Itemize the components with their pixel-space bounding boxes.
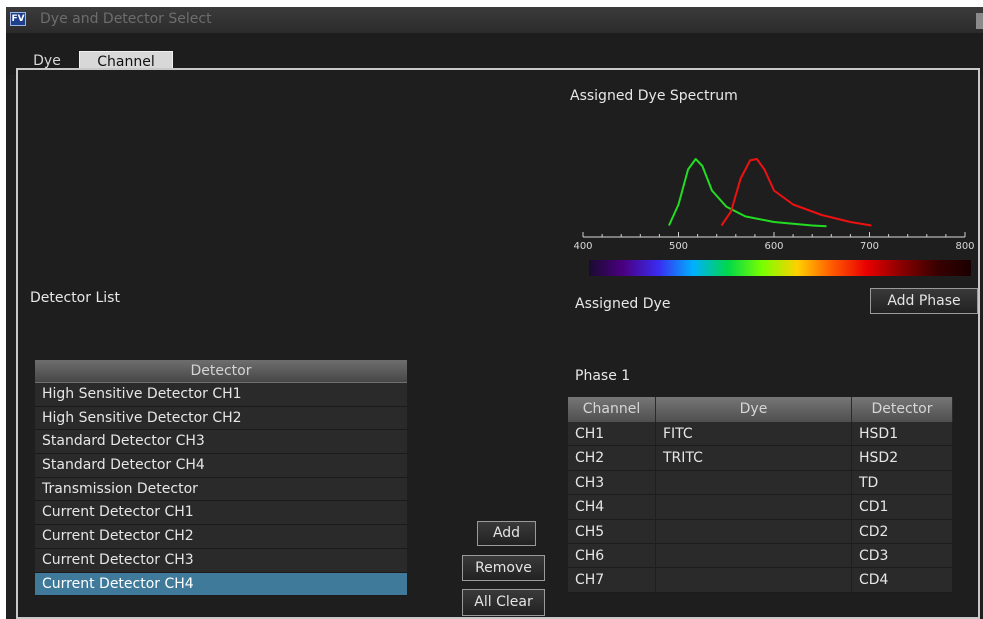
channel-table-row[interactable]: CH3 TD: [568, 470, 953, 496]
column-header-dye[interactable]: Dye: [656, 397, 852, 422]
dye-detector-window: FV Dye and Detector Select Dye Channel A…: [6, 7, 983, 619]
detector-list-item[interactable]: Standard Detector CH4: [35, 454, 407, 478]
dye-cell: [656, 470, 852, 495]
detector-column-header: Detector: [35, 360, 407, 383]
detector-cell: CD3: [852, 543, 953, 568]
detector-list-item[interactable]: High Sensitive Detector CH2: [35, 406, 407, 431]
channel-table-row[interactable]: CH2 TRITC HSD2: [568, 446, 953, 471]
channel-cell: CH4: [568, 495, 656, 519]
detector-cell: HSD1: [852, 422, 953, 446]
detector-list-item[interactable]: Current Detector CH1: [35, 501, 407, 526]
dye-cell: FITC: [656, 422, 852, 446]
detector-list-item[interactable]: Current Detector CH3: [35, 548, 407, 573]
axis-tick-label: 700: [860, 241, 879, 252]
detector-list-item[interactable]: High Sensitive Detector CH1: [35, 383, 407, 407]
assigned-channel-table: Channel Dye Detector CH1 FITC HSD1 CH2 TRITC…: [568, 397, 953, 593]
title-bar[interactable]: FV Dye and Detector Select: [6, 7, 983, 33]
channel-table-header: Channel Dye Detector: [568, 397, 953, 422]
dye-cell: [656, 495, 852, 519]
detector-list-item[interactable]: Current Detector CH4: [35, 572, 407, 597]
dye-cell: [656, 519, 852, 543]
channel-cell: CH6: [568, 543, 656, 568]
app-logo-icon: FV: [10, 12, 26, 26]
detector-list-item[interactable]: Standard Detector CH3: [35, 430, 407, 455]
detector-list-item[interactable]: Current Detector CH2: [35, 525, 407, 549]
detector-cell: CD4: [852, 568, 953, 592]
dye-cell: TRITC: [656, 446, 852, 470]
detector-cell: TD: [852, 470, 953, 495]
dye-spectrum-chart: 400 500 600 700 800: [573, 158, 975, 276]
assigned-dye-label: Assigned Dye: [575, 296, 671, 312]
fitc-spectrum-curve: [668, 158, 827, 228]
channel-table-row[interactable]: CH4 CD1: [568, 495, 953, 520]
channel-cell: CH3: [568, 470, 656, 495]
channel-cell: CH1: [568, 422, 656, 446]
channel-cell: CH2: [568, 446, 656, 470]
phase-label: Phase 1: [575, 368, 631, 384]
dye-cell: [656, 568, 852, 592]
channel-panel: Assigned Dye Spectrum 400 500 600 700 800 De…: [16, 68, 980, 619]
detector-list-label: Detector List: [30, 290, 120, 306]
detector-cell: HSD2: [852, 446, 953, 470]
detector-cell: CD2: [852, 519, 953, 543]
close-icon[interactable]: [976, 13, 983, 29]
column-header-detector[interactable]: Detector: [852, 397, 953, 422]
channel-cell: CH7: [568, 568, 656, 592]
axis-tick-label: 400: [573, 241, 592, 252]
channel-cell: CH5: [568, 519, 656, 543]
column-header-channel[interactable]: Channel: [568, 397, 656, 422]
window-title: Dye and Detector Select: [40, 11, 212, 27]
detector-list: Detector High Sensitive Detector CH1 High…: [35, 360, 407, 597]
dye-cell: [656, 543, 852, 568]
wavelength-color-bar: [589, 260, 971, 276]
remove-button[interactable]: Remove: [462, 555, 545, 581]
all-clear-button[interactable]: All Clear: [462, 589, 545, 616]
spectrum-title: Assigned Dye Spectrum: [570, 88, 738, 104]
axis-tick-label: 500: [669, 241, 688, 252]
axis-tick-label: 800: [955, 241, 974, 252]
add-phase-button[interactable]: Add Phase: [870, 288, 978, 314]
channel-table-row[interactable]: CH7 CD4: [568, 568, 953, 593]
add-button[interactable]: Add: [477, 521, 536, 546]
axis-tick-label: 600: [764, 241, 783, 252]
channel-table-row[interactable]: CH6 CD3: [568, 543, 953, 569]
channel-table-row[interactable]: CH1 FITC HSD1: [568, 422, 953, 447]
channel-table-row[interactable]: CH5 CD2: [568, 519, 953, 544]
detector-cell: CD1: [852, 495, 953, 519]
detector-list-item[interactable]: Transmission Detector: [35, 477, 407, 502]
